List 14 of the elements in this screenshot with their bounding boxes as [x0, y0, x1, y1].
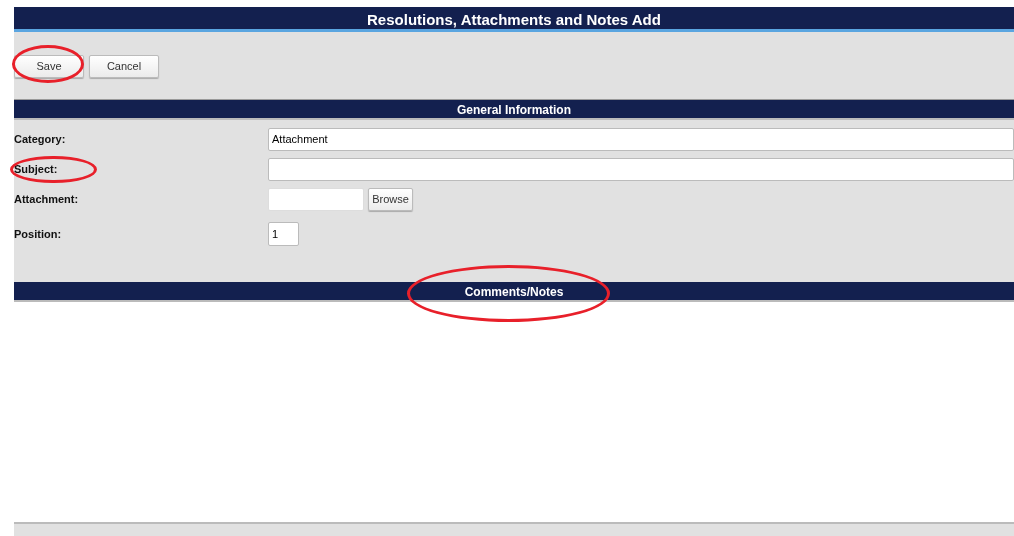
input-field[interactable]: Attachment: [268, 127, 1014, 151]
browse-button[interactable]: Browse: [368, 187, 413, 211]
position-field[interactable]: 1: [268, 222, 299, 246]
page-title: Resolutions, Attachments and Notes Add: [14, 7, 1014, 32]
input-field[interactable]: [268, 157, 1014, 181]
section-title: General Information: [457, 103, 571, 117]
field-label: Category:: [14, 132, 66, 145]
save-button[interactable]: Save: [14, 54, 84, 78]
field-label: Position:: [14, 227, 62, 240]
file-field[interactable]: [268, 187, 364, 211]
cancel-button[interactable]: Cancel: [89, 54, 159, 78]
field-label: Subject:: [14, 162, 58, 175]
field-label: Attachment:: [14, 192, 79, 205]
section-title: Comments/Notes: [464, 285, 564, 299]
